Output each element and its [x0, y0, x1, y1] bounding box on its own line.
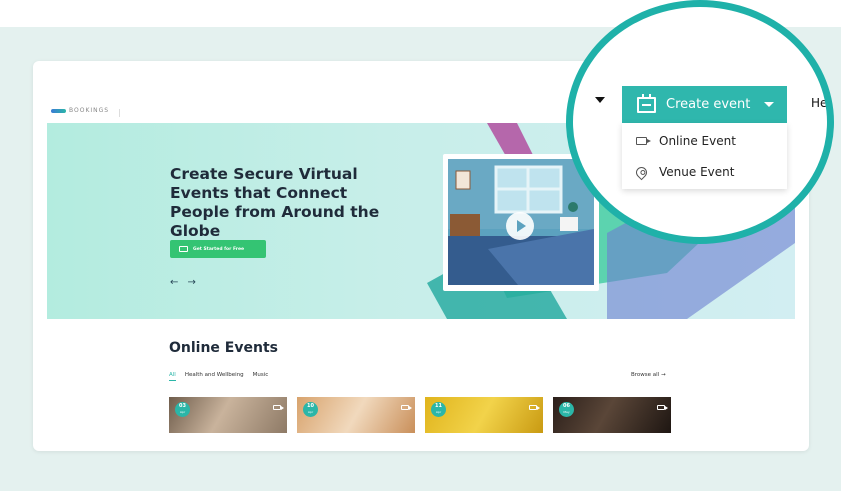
browse-all-link[interactable]: Browse all → [631, 372, 666, 378]
menu-item-online-event[interactable]: Online Event [636, 134, 736, 148]
event-month: Apr [435, 410, 442, 414]
tab-health-and-wellbeing[interactable]: Health and Wellbeing [185, 372, 244, 381]
menu-item-label: Online Event [659, 134, 736, 148]
menu-item-label: Venue Event [659, 165, 735, 179]
online-events-title: Online Events [169, 340, 278, 356]
event-date-badge: 06 May [559, 402, 574, 417]
get-started-button[interactable]: Get Started for Free [170, 240, 266, 258]
tab-music[interactable]: Music [253, 372, 269, 381]
video-camera-icon [657, 405, 668, 410]
event-day: 10 [307, 403, 314, 409]
logo-mark-icon [51, 108, 66, 113]
magnified-header-area: Create event He Online Event Venue Event [573, 7, 827, 237]
tab-all[interactable]: All [169, 372, 176, 381]
divider [119, 109, 120, 117]
event-month: Apr [307, 410, 314, 414]
monitor-icon [179, 246, 188, 252]
create-event-label: Create event [666, 97, 751, 112]
hero-title: Create Secure Virtual Events that Connec… [170, 165, 380, 240]
truncated-nav-link[interactable]: He [811, 96, 827, 110]
chevron-down-icon [764, 102, 775, 107]
event-cards: 03 Apr 10 Apr 11 Apr 06 May [169, 397, 671, 433]
event-day: 06 [563, 403, 570, 409]
event-card[interactable]: 06 May [553, 397, 671, 433]
create-event-button[interactable]: Create event [622, 86, 787, 123]
logo-text: BOOKINGS [69, 107, 110, 114]
event-card[interactable]: 10 Apr [297, 397, 415, 433]
video-camera-icon [401, 405, 412, 410]
event-month: Apr [179, 410, 186, 414]
event-date-badge: 11 Apr [431, 402, 446, 417]
get-started-label: Get Started for Free [193, 246, 245, 252]
location-pin-icon [633, 164, 650, 180]
video-camera-icon [529, 405, 540, 410]
event-date-badge: 10 Apr [303, 402, 318, 417]
event-card[interactable]: 11 Apr [425, 397, 543, 433]
magnifier-callout: Create event He Online Event Venue Event [566, 0, 834, 244]
logo[interactable]: BOOKINGS [51, 107, 109, 114]
create-event-dropdown: Online Event Venue Event [622, 123, 787, 189]
play-button[interactable] [506, 212, 534, 240]
event-day: 11 [435, 403, 442, 409]
event-day: 03 [179, 403, 186, 409]
video-camera-icon [636, 137, 651, 145]
user-menu-caret-icon[interactable] [595, 97, 605, 103]
menu-item-venue-event[interactable]: Venue Event [633, 164, 735, 180]
video-camera-icon [273, 405, 284, 410]
calendar-icon [637, 93, 656, 113]
event-card[interactable]: 03 Apr [169, 397, 287, 433]
carousel-arrows[interactable]: ← → [170, 277, 199, 288]
event-month: May [563, 410, 570, 414]
event-filter-tabs: All Health and Wellbeing Music [169, 372, 268, 381]
event-date-badge: 03 Apr [175, 402, 190, 417]
